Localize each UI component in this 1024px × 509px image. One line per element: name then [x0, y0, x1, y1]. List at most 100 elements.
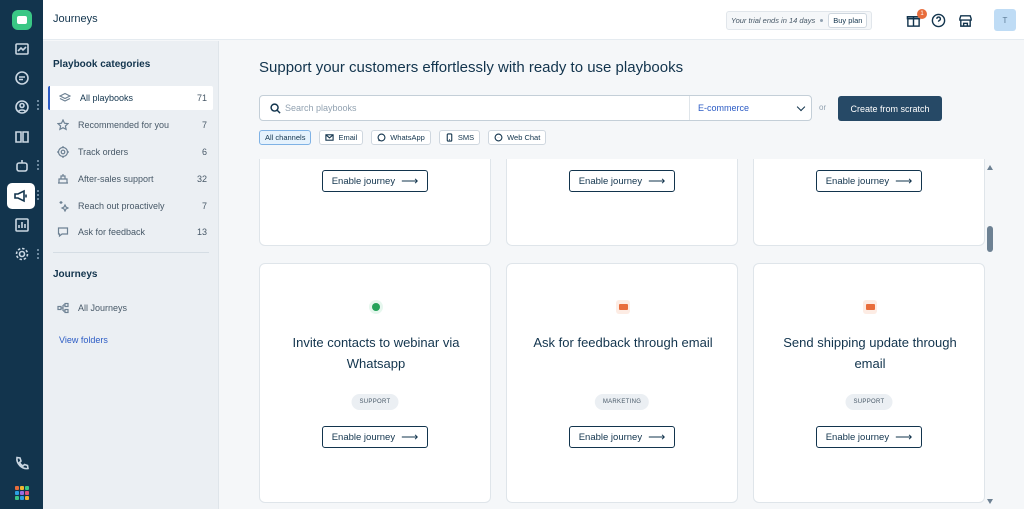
all-journeys-link[interactable]: All Journeys [48, 296, 213, 320]
card-title: Invite contacts to webinar via Whatsapp [292, 335, 460, 371]
playbook-card[interactable]: Invite contacts to webinar via Whatsapp … [259, 263, 491, 503]
store-icon[interactable] [956, 11, 974, 29]
search-icon [270, 103, 281, 114]
category-all-playbooks[interactable]: All playbooks 71 [48, 86, 213, 110]
category-count: 7 [201, 201, 207, 211]
playbook-sidebar: Playbook categories All playbooks 71 Rec… [43, 41, 219, 509]
category-track-orders[interactable]: Track orders 6 [48, 140, 213, 164]
enable-journey-button[interactable]: Enable journey ⟶ [322, 170, 428, 192]
enable-label: Enable journey [825, 175, 890, 187]
arrow-right-icon: ⟶ [648, 174, 666, 188]
card-title: Send shipping update through email [783, 335, 957, 371]
category-label: Track orders [78, 147, 129, 157]
main-content: Support your customers effortlessly with… [219, 41, 1024, 509]
chip-label: All channels [265, 133, 306, 142]
chip-label: WhatsApp [390, 133, 425, 142]
arrow-right-icon: ⟶ [401, 174, 419, 188]
more-dots-icon[interactable] [37, 160, 40, 170]
arrow-right-icon: ⟶ [895, 430, 913, 444]
chat-icon [56, 225, 70, 239]
email-icon [863, 300, 877, 314]
phone-icon [446, 133, 453, 142]
create-from-scratch-button[interactable]: Create from scratch [838, 96, 942, 121]
card-tag: MARKETING [594, 394, 650, 410]
chip-email[interactable]: Email [319, 130, 364, 145]
app-logo[interactable] [12, 10, 32, 30]
chip-label: SMS [457, 133, 475, 142]
category-after-sales[interactable]: After-sales support 32 [48, 167, 213, 191]
chip-whatsapp[interactable]: WhatsApp [371, 130, 431, 145]
chip-web-chat[interactable]: Web Chat [488, 130, 547, 145]
avatar[interactable]: T [994, 9, 1016, 31]
enable-label: Enable journey [578, 431, 643, 443]
buy-plan-button[interactable]: Buy plan [828, 13, 868, 28]
journeys-heading: Journeys [53, 269, 98, 280]
enable-journey-button[interactable]: Enable journey ⟶ [569, 426, 675, 448]
sparkle-icon [56, 199, 70, 213]
star-icon [56, 118, 70, 132]
enable-label: Enable journey [331, 175, 396, 187]
search-bar: E-commerce [259, 95, 812, 121]
card-tag: SUPPORT [845, 394, 893, 410]
chip-label: Web Chat [507, 133, 541, 142]
enable-journey-button[interactable]: Enable journey ⟶ [322, 426, 428, 448]
dashboard-icon[interactable] [11, 38, 33, 60]
settings-icon[interactable] [11, 243, 33, 265]
webchat-icon [494, 133, 503, 142]
more-dots-icon[interactable] [37, 249, 40, 259]
whatsapp-icon [377, 133, 386, 142]
apps-grid-icon[interactable] [15, 486, 29, 500]
card-title: Ask for feedback through email [533, 335, 713, 350]
chip-all-channels[interactable]: All channels [259, 130, 312, 145]
chip-sms[interactable]: SMS [438, 130, 481, 145]
email-icon [616, 300, 630, 314]
more-dots-icon[interactable] [37, 100, 40, 110]
conversations-icon[interactable] [11, 67, 33, 89]
category-ask-feedback[interactable]: Ask for feedback 13 [48, 220, 213, 244]
page-title: Journeys [53, 13, 98, 25]
category-recommended[interactable]: Recommended for you 7 [48, 113, 213, 137]
category-count: 6 [201, 147, 207, 157]
card-tag: SUPPORT [351, 394, 399, 410]
category-count: 7 [201, 120, 207, 130]
enable-label: Enable journey [331, 431, 396, 443]
divider [53, 252, 209, 253]
channel-filters: All channels Email WhatsApp SMS Web Chat [259, 130, 547, 145]
enable-label: Enable journey [825, 431, 890, 443]
category-label: Ask for feedback [78, 227, 146, 237]
campaigns-icon[interactable] [7, 183, 35, 209]
trial-banner: Your trial ends in 14 days Buy plan [726, 11, 873, 30]
more-dots-icon[interactable] [37, 190, 40, 200]
help-icon[interactable] [929, 11, 947, 29]
knowledge-base-icon[interactable] [11, 126, 33, 148]
scroll-thumb[interactable] [987, 226, 993, 252]
playbook-card: Enable journey ⟶ [753, 159, 985, 246]
enable-journey-button[interactable]: Enable journey ⟶ [569, 170, 675, 192]
enable-journey-button[interactable]: Enable journey ⟶ [816, 426, 922, 448]
category-reach-out[interactable]: Reach out proactively 7 [48, 194, 213, 218]
contacts-icon[interactable] [11, 96, 33, 118]
playbook-card: Enable journey ⟶ [506, 159, 738, 246]
playbook-card[interactable]: Ask for feedback through email MARKETING… [506, 263, 738, 503]
view-folders-link[interactable]: View folders [59, 335, 108, 345]
arrow-right-icon: ⟶ [401, 430, 419, 444]
category-count: 32 [196, 174, 207, 184]
phone-icon[interactable] [11, 452, 33, 474]
search-input[interactable] [285, 100, 685, 116]
scroll-down-icon[interactable] [987, 499, 993, 504]
or-text: or [819, 103, 827, 112]
enable-journey-button[interactable]: Enable journey ⟶ [816, 170, 922, 192]
playbook-card: Enable journey ⟶ [259, 159, 491, 246]
industry-select[interactable]: E-commerce [689, 96, 812, 120]
playbook-card[interactable]: Send shipping update through email SUPPO… [753, 263, 985, 503]
reports-icon[interactable] [11, 214, 33, 236]
scroll-up-icon[interactable] [987, 165, 993, 170]
bot-icon[interactable] [11, 155, 33, 177]
page-heading: Support your customers effortlessly with… [259, 59, 684, 76]
category-label: Recommended for you [78, 120, 170, 130]
industry-select-value: E-commerce [698, 103, 750, 113]
category-label: Reach out proactively [78, 201, 165, 211]
playbook-grid: Enable journey ⟶ Enable journey ⟶ Enable j… [259, 159, 985, 509]
top-bar: Journeys Your trial ends in 14 days Buy … [43, 0, 1024, 40]
scrollbar[interactable] [985, 159, 997, 509]
